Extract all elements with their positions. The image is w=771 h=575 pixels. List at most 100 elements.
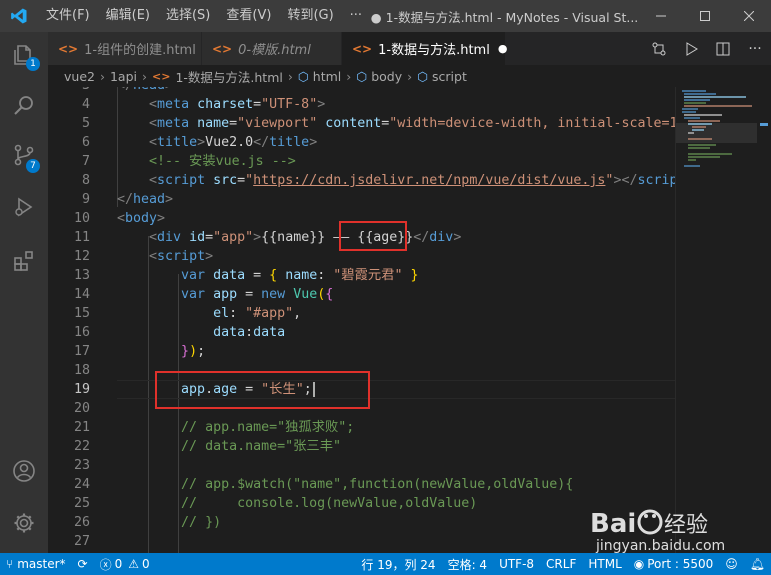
title-bar: 文件(F) 编辑(E) 选择(S) 查看(V) 转到(G) ··· ● 1-数据…	[0, 0, 771, 32]
code-line: 24 // app.$watch("name",function(newValu…	[48, 475, 675, 494]
cursor-position[interactable]: 行 19，列 24	[355, 556, 441, 573]
line-number: 25	[73, 496, 90, 511]
error-icon: ⓧ	[99, 557, 112, 572]
line-number: 9	[81, 192, 90, 207]
extensions-icon[interactable]	[10, 247, 38, 275]
minimap-preview	[676, 90, 758, 167]
code-line: 9 </head>	[48, 190, 675, 209]
line-number: 17	[73, 344, 90, 359]
notifications-icon[interactable]: 🔔︎	[744, 557, 771, 571]
chevron-right-icon: ›	[142, 68, 147, 84]
menu-file[interactable]: 文件(F)	[38, 0, 98, 32]
breadcrumb-item[interactable]: 1api	[110, 69, 137, 84]
source-control-badge: 7	[26, 159, 40, 173]
tab-template[interactable]: <> 0-模版.html	[202, 32, 342, 65]
symbol-element-icon: ⬡	[417, 68, 429, 84]
menu-selection[interactable]: 选择(S)	[158, 0, 218, 32]
menu-go[interactable]: 转到(G)	[279, 0, 341, 32]
search-icon[interactable]	[10, 91, 38, 119]
svg-text:jingyan.baidu.com: jingyan.baidu.com	[595, 538, 725, 554]
breadcrumb-item[interactable]: body	[371, 69, 402, 84]
run-debug-icon[interactable]	[10, 193, 38, 221]
branch-status[interactable]: ⑂ master*	[0, 557, 72, 571]
code-line: 25 // console.log(newValue,oldValue)	[48, 494, 675, 513]
chevron-right-icon: ›	[99, 68, 105, 84]
line-ending[interactable]: CRLF	[540, 557, 582, 571]
source-control-icon[interactable]: 7	[10, 141, 40, 173]
language-mode[interactable]: HTML	[582, 557, 627, 571]
menu-edit[interactable]: 编辑(E)	[98, 0, 158, 32]
modified-dot-icon[interactable]: ●	[498, 42, 508, 55]
code-line: 21 // app.name="独孤求败";	[48, 418, 675, 437]
code-line: 7 <!-- 安装vue.js -->	[48, 152, 675, 171]
breadcrumb: vue2 › 1api › <> 1-数据与方法.html › ⬡ html ›…	[48, 65, 771, 87]
line-number: 6	[81, 135, 90, 150]
code-line: 15 el: "#app",	[48, 304, 675, 323]
code-line: 16 data:data	[48, 323, 675, 342]
highlight-box-assignment	[155, 371, 370, 409]
line-number: 27	[73, 534, 90, 549]
code-line: 23	[48, 456, 675, 475]
code-line: 17 });	[48, 342, 675, 361]
highlight-box-age	[339, 221, 407, 251]
chevron-right-icon: ›	[407, 68, 413, 84]
warning-icon: ⚠	[128, 557, 140, 571]
vertical-scrollbar[interactable]	[757, 87, 771, 553]
line-number: 15	[73, 306, 90, 321]
code-line: 3</head>	[48, 87, 675, 95]
indentation[interactable]: 空格: 4	[442, 556, 494, 573]
tab-label: 1-数据与方法.html	[378, 43, 490, 58]
code-line: 14 var app = new Vue({	[48, 285, 675, 304]
breadcrumb-item[interactable]: 1-数据与方法.html	[175, 67, 282, 86]
html-file-icon: <>	[352, 41, 373, 56]
html-file-icon: <>	[212, 41, 233, 56]
close-icon[interactable]	[727, 0, 771, 32]
live-server-port[interactable]: ◉ Port : 5500	[628, 557, 719, 571]
line-number: 13	[73, 268, 90, 283]
explorer-icon[interactable]: 1	[10, 41, 40, 71]
account-icon[interactable]	[10, 457, 38, 485]
branch-name: master*	[17, 557, 66, 571]
line-number: 10	[73, 211, 90, 226]
tab-data-methods[interactable]: <> 1-数据与方法.html ●	[342, 32, 508, 65]
html-file-icon: <>	[152, 69, 171, 83]
code-line: 13 var data = { name: "碧霞元君" }	[48, 266, 675, 285]
minimap[interactable]	[675, 87, 758, 553]
tab-label: 0-模版.html	[238, 43, 311, 58]
maximize-icon[interactable]	[683, 0, 727, 32]
status-bar: ⑂ master* ⟳ ⓧ 0 ⚠ 0 行 19，列 24 空格: 4 UTF-…	[0, 553, 771, 575]
broadcast-icon: ◉	[633, 557, 645, 571]
feedback-icon[interactable]: ☺	[719, 557, 744, 571]
breadcrumb-item[interactable]: html	[313, 69, 341, 84]
window-title: ● 1-数据与方法.html - MyNotes - Visual St...	[370, 9, 639, 25]
symbol-element-icon: ⬡	[297, 68, 309, 84]
gear-icon[interactable]	[10, 509, 38, 537]
editor-tab-bar: <> 1-组件的创建.html <> 0-模版.html <> 1-数据与方法.…	[48, 32, 771, 65]
run-icon[interactable]	[675, 41, 707, 57]
line-number: 11	[73, 230, 90, 245]
line-number: 26	[73, 515, 90, 530]
line-number: 12	[73, 249, 90, 264]
open-changes-icon[interactable]	[643, 41, 675, 57]
sync-icon[interactable]: ⟳	[72, 557, 94, 571]
menu-more[interactable]: ···	[342, 0, 370, 32]
line-number: 7	[81, 154, 90, 169]
code-editor[interactable]: 3</head> 4 <meta charset="UTF-8"> 5 <met…	[48, 87, 675, 553]
tab-component-create[interactable]: <> 1-组件的创建.html	[48, 32, 202, 65]
split-editor-icon[interactable]	[707, 41, 739, 57]
menu-view[interactable]: 查看(V)	[218, 0, 279, 32]
breadcrumb-item[interactable]: script	[432, 69, 467, 84]
line-number: 24	[73, 477, 90, 492]
line-number: 5	[81, 116, 90, 131]
breadcrumb-item[interactable]: vue2	[64, 69, 95, 84]
more-actions-icon[interactable]: ···	[739, 41, 771, 57]
tab-label: 1-组件的创建.html	[84, 43, 196, 58]
problems-status[interactable]: ⓧ 0 ⚠ 0	[94, 556, 156, 573]
code-line: 4 <meta charset="UTF-8">	[48, 95, 675, 114]
html-file-icon: <>	[58, 41, 79, 56]
code-line: 6 <title>Vue2.0</title>	[48, 133, 675, 152]
line-number: 19	[73, 382, 90, 397]
minimize-icon[interactable]	[639, 0, 683, 32]
encoding[interactable]: UTF-8	[493, 557, 540, 571]
line-number: 20	[73, 401, 90, 416]
